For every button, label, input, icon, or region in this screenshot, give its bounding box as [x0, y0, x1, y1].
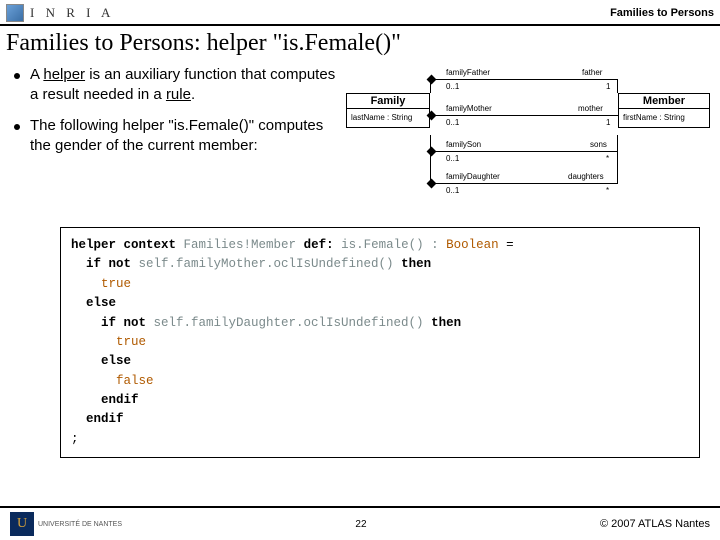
- class-member: Member firstName : String: [618, 93, 710, 128]
- code-bool: true: [71, 277, 131, 291]
- assoc-mult: 0..1: [446, 186, 459, 195]
- assoc-label: familyDaughter: [446, 172, 500, 181]
- code-text: ;: [71, 432, 79, 446]
- code-bool: false: [71, 374, 154, 388]
- code-text: =: [499, 238, 514, 252]
- footer: U UNIVERSITÉ DE NANTES 22 © 2007 ATLAS N…: [0, 506, 720, 540]
- connector: [430, 135, 431, 183]
- university-name: UNIVERSITÉ DE NANTES: [38, 521, 122, 528]
- bullet-dot-icon: [14, 124, 20, 130]
- code-context: Families!Member: [184, 238, 297, 252]
- code-type: Boolean: [446, 238, 499, 252]
- assoc-mult: *: [606, 154, 609, 163]
- assoc-label: familyFather: [446, 68, 490, 77]
- assoc-mult: 0..1: [446, 118, 459, 127]
- assoc-mult: *: [606, 186, 609, 195]
- class-family-attr: lastName : String: [347, 109, 429, 127]
- bullet-item: The following helper "is.Female()" compu…: [8, 116, 338, 157]
- code-kw: if not: [71, 316, 154, 330]
- text-underline: rule: [166, 86, 191, 103]
- assoc-line-son: [430, 151, 618, 152]
- content-row: A helper is an auxiliary function that c…: [0, 65, 720, 215]
- assoc-label: daughters: [568, 172, 604, 181]
- slide-title: Families to Persons: helper "is.Female()…: [6, 30, 720, 57]
- inria-logo-icon: [6, 4, 24, 22]
- text-underline: helper: [43, 66, 85, 83]
- assoc-mult: 0..1: [446, 82, 459, 91]
- code-kw: def:: [296, 238, 341, 252]
- inria-logo-text: I N R I A: [30, 5, 114, 21]
- assoc-label: father: [582, 68, 602, 77]
- text-fragment: A: [30, 66, 43, 83]
- code-expr: self.familyMother.oclIsUndefined(): [139, 257, 394, 271]
- text-fragment: .: [191, 86, 195, 103]
- aggregation-diamond-icon: [427, 75, 437, 85]
- code-kw: then: [424, 316, 462, 330]
- page-number: 22: [355, 519, 366, 530]
- code-kw: helper context: [71, 238, 184, 252]
- aggregation-diamond-icon: [427, 179, 437, 189]
- code-kw: then: [394, 257, 432, 271]
- code-block: helper context Families!Member def: is.F…: [60, 227, 700, 458]
- uml-diagram: Family lastName : String Member firstNam…: [346, 65, 712, 215]
- code-kw: else: [71, 296, 116, 310]
- assoc-label: familySon: [446, 140, 481, 149]
- aggregation-diamond-icon: [427, 147, 437, 157]
- code-kw: endif: [71, 393, 139, 407]
- copyright: © 2007 ATLAS Nantes: [600, 518, 710, 530]
- assoc-line-daughter: [430, 183, 618, 184]
- code-kw: else: [71, 354, 131, 368]
- assoc-label: sons: [590, 140, 607, 149]
- class-member-attr: firstName : String: [619, 109, 709, 127]
- bullet-dot-icon: [14, 73, 20, 79]
- code-context: is.Female() :: [341, 238, 446, 252]
- assoc-mult: 1: [606, 82, 610, 91]
- connector: [617, 79, 618, 93]
- top-bar: I N R I A Families to Persons: [0, 0, 720, 26]
- assoc-label: familyMother: [446, 104, 492, 113]
- code-expr: self.familyDaughter.oclIsUndefined(): [154, 316, 424, 330]
- assoc-mult: 0..1: [446, 154, 459, 163]
- assoc-line-mother: [430, 115, 618, 116]
- inria-logo: I N R I A: [6, 4, 114, 22]
- university-logo-icon: U: [10, 512, 34, 536]
- assoc-mult: 1: [606, 118, 610, 127]
- bullet-item: A helper is an auxiliary function that c…: [8, 65, 338, 106]
- bullet-text-1: A helper is an auxiliary function that c…: [30, 65, 338, 106]
- bullet-text-2: The following helper "is.Female()" compu…: [30, 116, 338, 157]
- class-member-name: Member: [619, 94, 709, 109]
- connector: [617, 135, 618, 183]
- code-kw: endif: [71, 412, 124, 426]
- university-logo: U UNIVERSITÉ DE NANTES: [10, 512, 122, 536]
- class-family-name: Family: [347, 94, 429, 109]
- assoc-label: mother: [578, 104, 603, 113]
- header-title-right: Families to Persons: [610, 7, 714, 19]
- code-kw: if not: [71, 257, 139, 271]
- bullet-list: A helper is an auxiliary function that c…: [8, 65, 338, 215]
- assoc-line-father: [430, 79, 618, 80]
- class-family: Family lastName : String: [346, 93, 430, 128]
- code-bool: true: [71, 335, 146, 349]
